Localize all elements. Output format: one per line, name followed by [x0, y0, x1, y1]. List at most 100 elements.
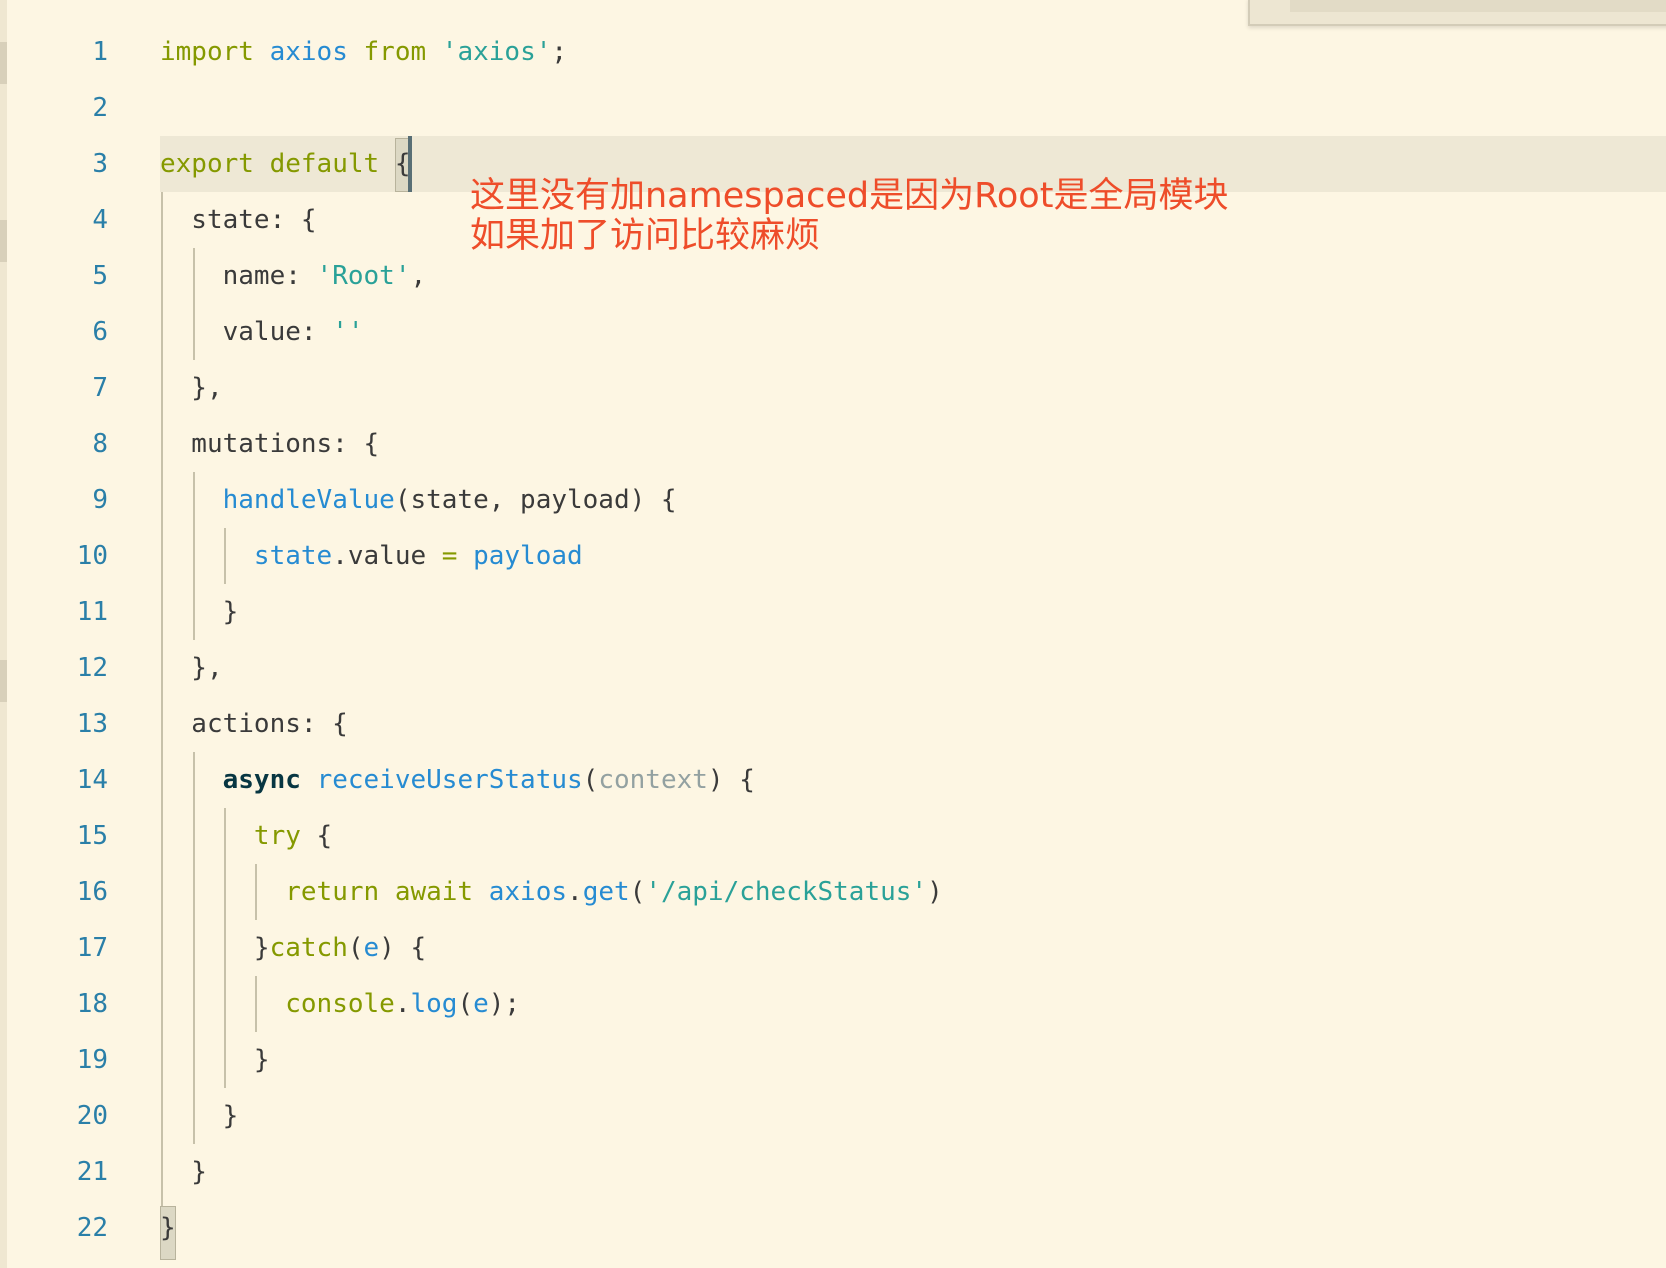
- code-line[interactable]: }: [160, 1144, 207, 1200]
- code-line[interactable]: return await axios.get('/api/checkStatus…: [160, 864, 943, 920]
- line-number: 10: [76, 541, 108, 571]
- code-token: name:: [160, 261, 317, 291]
- code-line[interactable]: mutations: {: [160, 416, 379, 472]
- code-token: ) {: [707, 765, 755, 795]
- code-token: value:: [160, 317, 333, 347]
- code-token: '': [332, 317, 364, 347]
- gutter-marker: [0, 660, 7, 702]
- code-line[interactable]: state.value = payload: [160, 528, 583, 584]
- code-token: 'axios': [441, 37, 552, 67]
- code-token: async: [222, 765, 301, 795]
- code-token: .: [394, 989, 411, 1019]
- code-line[interactable]: name: 'Root',: [160, 248, 427, 304]
- code-token: (: [629, 877, 646, 907]
- code-token: state: [253, 541, 333, 571]
- line-number: 12: [76, 653, 108, 683]
- code-token: e: [363, 933, 380, 963]
- code-line[interactable]: },: [160, 640, 223, 696]
- code-token: try: [253, 821, 301, 851]
- code-token: import: [160, 37, 254, 67]
- line-number: 21: [76, 1157, 108, 1187]
- code-line[interactable]: actions: {: [160, 696, 348, 752]
- line-number: 19: [76, 1045, 108, 1075]
- code-line[interactable]: }: [160, 1200, 176, 1256]
- line-number: 17: [76, 933, 108, 963]
- code-line[interactable]: },: [160, 360, 223, 416]
- code-line[interactable]: value: '': [160, 304, 364, 360]
- code-line[interactable]: try {: [160, 808, 332, 864]
- line-number: 11: [76, 597, 108, 627]
- overlay-panel-edge: [1248, 0, 1666, 26]
- line-number: 1: [92, 37, 108, 67]
- code-token: mutations: {: [160, 429, 380, 459]
- annotation-note: 这里没有加namespaced是因为Root是全局模块 如果加了访问比较麻烦: [470, 176, 1228, 256]
- code-line[interactable]: handleValue(state, payload) {: [160, 472, 677, 528]
- code-line[interactable]: console.log(e);: [160, 976, 520, 1032]
- code-token: default: [269, 149, 380, 179]
- code-token: '/api/checkStatus': [645, 877, 928, 907]
- code-line[interactable]: }: [160, 1032, 270, 1088]
- code-line[interactable]: async receiveUserStatus(context) {: [160, 752, 755, 808]
- code-line[interactable]: import axios from 'axios';: [160, 24, 567, 80]
- code-line[interactable]: }catch(e) {: [160, 920, 426, 976]
- code-line[interactable]: }: [160, 584, 239, 640]
- text-cursor: [408, 136, 412, 192]
- code-token: context: [598, 765, 708, 795]
- line-number: 20: [76, 1101, 108, 1131]
- line-number: 3: [92, 149, 108, 179]
- line-number: 16: [76, 877, 108, 907]
- code-token: 'Root': [316, 261, 411, 291]
- line-number: 4: [92, 205, 108, 235]
- code-token: export: [160, 149, 254, 179]
- code-token: actions: {: [160, 709, 348, 739]
- line-number: 7: [92, 373, 108, 403]
- code-token: =: [441, 541, 458, 571]
- code-line[interactable]: export default {: [160, 136, 410, 192]
- line-number: 9: [92, 485, 108, 515]
- code-token: },: [160, 653, 223, 683]
- code-token: e: [473, 989, 489, 1019]
- gutter-marker: [0, 220, 7, 262]
- code-token: },: [160, 373, 223, 403]
- line-number: 5: [92, 261, 108, 291]
- code-token: (state, payload) {: [394, 485, 677, 515]
- annotation-line: 如果加了访问比较麻烦: [470, 216, 821, 256]
- code-line[interactable]: }: [160, 1088, 239, 1144]
- code-token: ;: [551, 37, 568, 67]
- code-token: ) {: [379, 933, 427, 963]
- code-token: }: [160, 1213, 176, 1243]
- code-token: ): [927, 877, 943, 907]
- overlay-panel-inner: [1290, 0, 1666, 12]
- code-token: );: [488, 989, 521, 1019]
- code-token: await: [394, 877, 474, 907]
- code-token: axios: [488, 877, 568, 907]
- code-token: from: [363, 37, 427, 67]
- line-number: 6: [92, 317, 108, 347]
- line-number: 15: [76, 821, 108, 851]
- code-token: ,: [410, 261, 427, 291]
- code-token: (: [347, 933, 364, 963]
- line-number: 22: [76, 1213, 108, 1243]
- code-token: (: [582, 765, 599, 795]
- code-token: }: [160, 1157, 207, 1187]
- code-line[interactable]: state: {: [160, 192, 316, 248]
- line-number: 8: [92, 429, 108, 459]
- code-token: catch: [269, 933, 348, 963]
- code-token: }: [160, 1101, 239, 1131]
- code-token: log: [410, 989, 458, 1019]
- line-number: 14: [76, 765, 108, 795]
